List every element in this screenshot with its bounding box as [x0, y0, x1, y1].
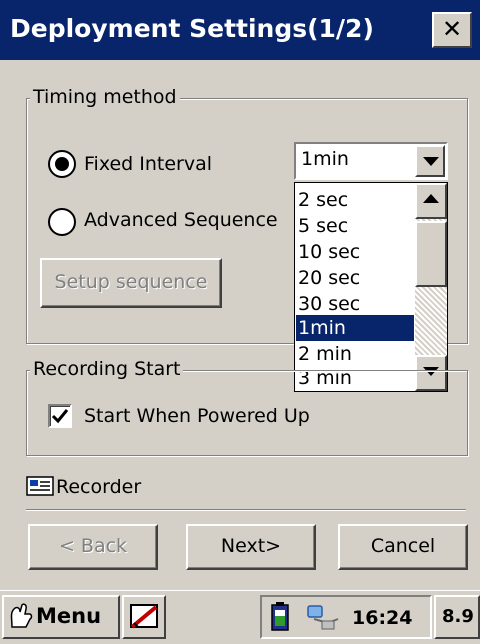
dropdown-button[interactable]	[415, 145, 445, 177]
interval-value: 1min	[301, 148, 349, 170]
setup-sequence-button[interactable]: Setup sequence	[40, 258, 222, 308]
interval-dropdown-list[interactable]: 2 sec 5 sec 10 sec 20 sec 30 sec 1min 2 …	[294, 182, 448, 392]
chevron-down-icon	[423, 157, 439, 166]
interval-option-1min[interactable]: 1min	[296, 315, 414, 341]
fixed-interval-radio[interactable]	[48, 150, 76, 178]
recorder-icon	[26, 476, 54, 496]
advanced-sequence-radio[interactable]	[48, 208, 76, 236]
start-menu-button[interactable]: Menu	[2, 595, 120, 639]
close-button[interactable]: ✕	[432, 12, 472, 48]
input-indicator-label: 8.9	[442, 606, 474, 627]
input-panel-button[interactable]	[122, 595, 166, 639]
connection-icon[interactable]	[304, 603, 340, 633]
window-title: Deployment Settings(1/2)	[10, 14, 374, 43]
back-button[interactable]: < Back	[28, 524, 158, 570]
interval-select[interactable]: 1min	[294, 142, 448, 180]
scroll-up-button[interactable]	[415, 183, 447, 219]
checkmark-icon	[51, 409, 69, 424]
list-scrollbar[interactable]	[415, 183, 447, 391]
start-powered-checkbox[interactable]	[48, 404, 72, 428]
fixed-interval-label[interactable]: Fixed Interval	[84, 152, 212, 176]
separator	[26, 509, 466, 511]
scroll-thumb[interactable]	[415, 221, 447, 287]
battery-icon[interactable]	[270, 602, 290, 632]
next-button[interactable]: Next>	[186, 524, 316, 570]
input-indicator[interactable]: 8.9	[434, 595, 480, 639]
recording-start-label: Recording Start	[30, 358, 184, 380]
timing-method-label: Timing method	[30, 86, 180, 108]
start-menu-icon	[10, 603, 33, 628]
chevron-up-icon	[423, 194, 439, 203]
title-bar: Deployment Settings(1/2) ✕	[0, 0, 480, 60]
interval-option-20-sec[interactable]: 20 sec	[296, 265, 414, 291]
interval-option-10-sec[interactable]: 10 sec	[296, 239, 414, 265]
radio-selected-dot	[55, 157, 69, 171]
interval-option-2-sec[interactable]: 2 sec	[296, 187, 414, 213]
interval-option-2-min[interactable]: 2 min	[296, 341, 414, 367]
advanced-sequence-label[interactable]: Advanced Sequence	[84, 208, 278, 232]
pen-tool-icon	[130, 604, 158, 629]
taskbar: Menu 16:24 8.9	[0, 590, 480, 644]
menu-label: Menu	[36, 604, 102, 628]
cancel-button[interactable]: Cancel	[338, 524, 468, 570]
interval-option-5-sec[interactable]: 5 sec	[296, 213, 414, 239]
recorder-label: Recorder	[56, 476, 142, 498]
system-tray: 16:24	[260, 595, 432, 639]
clock[interactable]: 16:24	[352, 607, 412, 629]
interval-option-30-sec[interactable]: 30 sec	[296, 291, 414, 317]
close-icon: ✕	[441, 15, 463, 43]
start-powered-label[interactable]: Start When Powered Up	[84, 404, 310, 428]
